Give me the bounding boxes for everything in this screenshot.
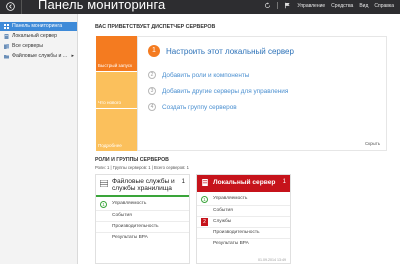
tile-file-services[interactable]: Файловые службы и службы хранилища 1 1 У… (95, 174, 190, 264)
step-link[interactable]: Добавить роли и компоненты (162, 72, 249, 79)
tile-row-bpa[interactable]: Результаты BPA (96, 232, 189, 242)
tile-title[interactable]: Файловые службы и службы хранилища (112, 178, 176, 193)
tile-row-performance[interactable]: Производительность (197, 227, 290, 237)
refresh-icon[interactable] (264, 2, 271, 9)
step-number: 1 (148, 45, 160, 57)
tile-row-events[interactable]: События (197, 205, 290, 215)
tile-header: Локальный сервер 1 (197, 175, 290, 192)
back-arrow-icon (6, 2, 15, 11)
sidebar-item-file-services[interactable]: Файловые службы и ... ▸ (0, 52, 77, 61)
alert-badge: 2 (201, 218, 208, 226)
tab-quick-start[interactable]: Быстрый запуск (96, 36, 137, 71)
step-number: 4 (148, 103, 156, 111)
step-number: 2 (148, 71, 156, 79)
tile-local-server[interactable]: Локальный сервер 1 1 Управляемость Событ… (196, 174, 291, 264)
tab-learn-more[interactable]: Подробнее (96, 109, 137, 151)
menu-view[interactable]: Вид (359, 3, 368, 9)
step-link[interactable]: Настроить этот локальный сервер (166, 47, 294, 56)
tile-title[interactable]: Локальный сервер (213, 179, 275, 186)
sidebar-item-label: Панель мониторинга (12, 23, 63, 29)
sidebar-item-label: Файловые службы и ... (12, 53, 68, 59)
menu-tools[interactable]: Средства (331, 3, 353, 9)
step-configure-local-server[interactable]: 1 Настроить этот локальный сервер (148, 45, 294, 57)
server-icon (4, 34, 9, 39)
sidebar: Панель мониторинга Локальный сервер Все … (0, 14, 78, 264)
back-button[interactable] (0, 0, 22, 14)
step-link[interactable]: Создать группу серверов (162, 104, 237, 111)
tile-header: Файловые службы и службы хранилища 1 (96, 175, 189, 197)
step-link[interactable]: Добавить другие серверы для управления (162, 88, 288, 95)
step-create-group[interactable]: 4 Создать группу серверов (148, 103, 237, 111)
page-title: Панель мониторинга (38, 0, 166, 12)
status-badge: 1 (201, 196, 208, 203)
folder-icon (4, 55, 9, 59)
tile-row-performance[interactable]: Производительность (96, 221, 189, 231)
status-badge: 1 (100, 201, 107, 208)
server-icon (202, 179, 208, 186)
menu-help[interactable]: Справка (374, 3, 394, 9)
step-add-servers[interactable]: 3 Добавить другие серверы для управления (148, 87, 288, 95)
tile-count: 1 (181, 179, 185, 185)
tile-count: 1 (282, 179, 286, 185)
flag-icon[interactable] (284, 2, 291, 9)
chevron-right-icon[interactable]: ▸ (71, 52, 74, 61)
menu-manage[interactable]: Управление (297, 3, 325, 9)
sidebar-item-label: Все серверы (12, 43, 43, 49)
sidebar-item-local-server[interactable]: Локальный сервер (0, 32, 77, 41)
sidebar-item-dashboard[interactable]: Панель мониторинга (0, 22, 77, 31)
roles-summary: Роли: 1 | Группы серверов: 1 | Всего сер… (95, 165, 189, 170)
storage-icon (100, 180, 108, 187)
tile-row-services[interactable]: 2 Службы (197, 216, 290, 226)
tile-row-events[interactable]: События (96, 210, 189, 220)
sidebar-item-label: Локальный сервер (12, 33, 58, 39)
welcome-title: ВАС ПРИВЕТСТВУЕТ ДИСПЕТЧЕР СЕРВЕРОВ (95, 24, 216, 30)
grid-icon (4, 24, 9, 29)
timestamp: 01.09.2014 13:49 (258, 258, 286, 262)
step-number: 3 (148, 87, 156, 95)
title-bar: Панель мониторинга Управление Средства В… (0, 0, 400, 14)
tile-row-manageability[interactable]: 1 Управляемость (197, 194, 290, 204)
hide-link[interactable]: Скрыть (365, 141, 380, 146)
tab-whats-new[interactable]: Что нового (96, 72, 137, 108)
step-add-roles[interactable]: 2 Добавить роли и компоненты (148, 71, 249, 79)
quick-start-panel: 1 Настроить этот локальный сервер 2 Доба… (137, 36, 387, 151)
header-menu: Управление Средства Вид Справка (264, 2, 394, 9)
servers-icon (4, 44, 9, 49)
tile-row-manageability[interactable]: 1 Управляемость (96, 199, 189, 209)
roles-title: РОЛИ И ГРУППЫ СЕРВЕРОВ (95, 157, 169, 163)
sidebar-item-all-servers[interactable]: Все серверы (0, 42, 77, 51)
main-content: ВАС ПРИВЕТСТВУЕТ ДИСПЕТЧЕР СЕРВЕРОВ Быст… (79, 14, 400, 264)
tile-row-bpa[interactable]: Результаты BPA (197, 238, 290, 248)
